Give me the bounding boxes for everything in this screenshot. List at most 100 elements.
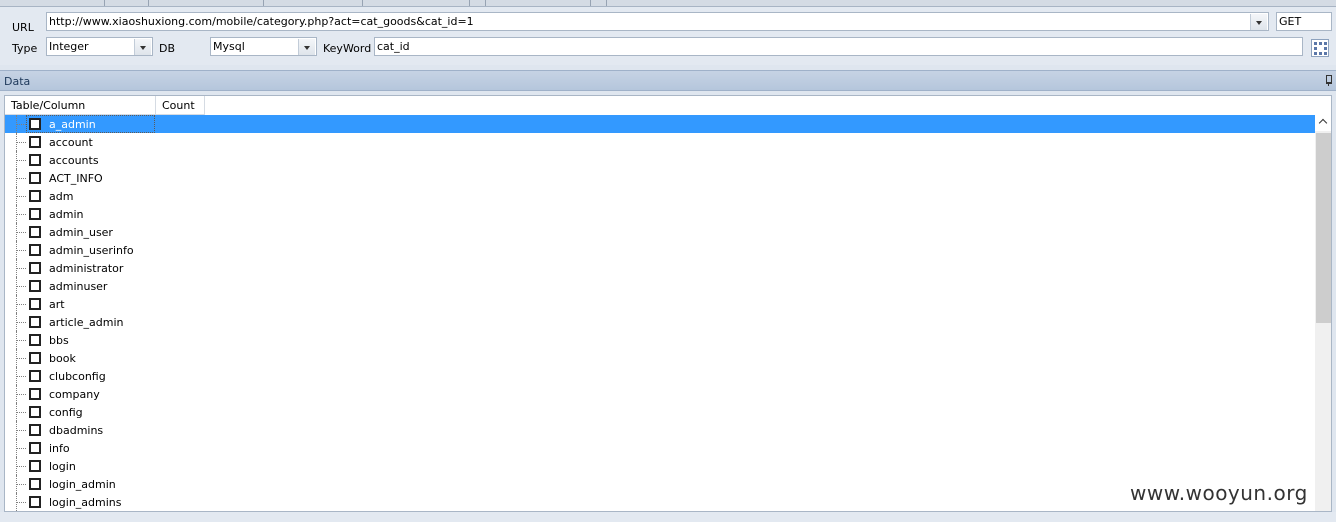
row-checkbox[interactable]	[29, 280, 41, 292]
tree-connector	[16, 133, 26, 151]
row-checkbox[interactable]	[29, 316, 41, 328]
tree-connector	[16, 151, 26, 169]
tree-row[interactable]: config	[5, 403, 1315, 421]
vertical-scrollbar[interactable]	[1315, 115, 1331, 511]
tree-connector	[16, 403, 26, 421]
grid-select-icon[interactable]	[1311, 39, 1329, 57]
db-label: DB	[159, 42, 176, 55]
table-name: adminuser	[49, 280, 108, 293]
tree-row[interactable]: a_admin	[5, 115, 1315, 133]
tree-row[interactable]: login_admin	[5, 475, 1315, 493]
table-name: company	[49, 388, 100, 401]
tree-row[interactable]: ACT_INFO	[5, 169, 1315, 187]
tree-row[interactable]: login	[5, 457, 1315, 475]
tree-row[interactable]: admin_user	[5, 223, 1315, 241]
scroll-up-icon[interactable]	[1315, 115, 1331, 131]
row-checkbox[interactable]	[29, 136, 41, 148]
row-checkbox[interactable]	[29, 262, 41, 274]
row-checkbox[interactable]	[29, 388, 41, 400]
tree-row[interactable]: art	[5, 295, 1315, 313]
tree-connector	[16, 367, 26, 385]
row-checkbox[interactable]	[29, 424, 41, 436]
url-dropdown-button[interactable]	[1250, 14, 1267, 30]
url-input[interactable]: http://www.xiaoshuxiong.com/mobile/categ…	[46, 12, 1269, 31]
row-checkbox[interactable]	[29, 226, 41, 238]
tree-row[interactable]: book	[5, 349, 1315, 367]
tree-connector	[16, 295, 26, 313]
row-checkbox[interactable]	[29, 244, 41, 256]
focus-rectangle	[26, 115, 155, 133]
table-name: clubconfig	[49, 370, 106, 383]
table-name: bbs	[49, 334, 69, 347]
tree-row[interactable]: accounts	[5, 151, 1315, 169]
tree-connector	[16, 169, 26, 187]
tree-row[interactable]: adminuser	[5, 277, 1315, 295]
scroll-thumb[interactable]	[1316, 133, 1331, 323]
tree-row[interactable]: company	[5, 385, 1315, 403]
injection-toolbar: URL http://www.xiaoshuxiong.com/mobile/c…	[0, 7, 1336, 65]
table-name: admin_user	[49, 226, 113, 239]
tree-row[interactable]: info	[5, 439, 1315, 457]
tree-connector	[16, 115, 26, 133]
table-name: config	[49, 406, 83, 419]
tree-connector	[16, 259, 26, 277]
row-checkbox[interactable]	[29, 298, 41, 310]
row-checkbox[interactable]	[29, 442, 41, 454]
tree-connector	[16, 187, 26, 205]
tree-row[interactable]: login_admins	[5, 493, 1315, 511]
tree-connector	[16, 241, 26, 259]
keyword-label: KeyWord	[323, 42, 372, 55]
type-value: Integer	[49, 40, 89, 53]
url-label: URL	[12, 21, 34, 34]
keyword-value: cat_id	[377, 40, 410, 53]
watermark-text: www.wooyun.org	[1130, 481, 1308, 505]
url-value: http://www.xiaoshuxiong.com/mobile/categ…	[49, 15, 474, 28]
row-checkbox[interactable]	[29, 352, 41, 364]
tree-row[interactable]: account	[5, 133, 1315, 151]
table-name: art	[49, 298, 65, 311]
keyword-input[interactable]: cat_id	[374, 37, 1303, 56]
tab-strip	[0, 0, 1336, 7]
column-header-count[interactable]: Count	[156, 96, 205, 115]
tree-connector	[16, 205, 26, 223]
type-select[interactable]: Integer	[46, 37, 153, 56]
row-checkbox[interactable]	[29, 406, 41, 418]
row-checkbox[interactable]	[29, 190, 41, 202]
tree-row[interactable]: dbadmins	[5, 421, 1315, 439]
tree-connector	[16, 439, 26, 457]
db-select[interactable]: Mysql	[210, 37, 317, 56]
row-checkbox[interactable]	[29, 460, 41, 472]
column-header-table[interactable]: Table/Column	[5, 96, 156, 115]
tree-row[interactable]: article_admin	[5, 313, 1315, 331]
table-name: article_admin	[49, 316, 124, 329]
method-field[interactable]: GET	[1276, 12, 1332, 31]
tree-row[interactable]: admin_userinfo	[5, 241, 1315, 259]
tree-row[interactable]: admin	[5, 205, 1315, 223]
table-name: info	[49, 442, 70, 455]
table-name: book	[49, 352, 76, 365]
table-name: login_admin	[49, 478, 116, 491]
table-name: adm	[49, 190, 74, 203]
type-label: Type	[12, 42, 38, 55]
pin-icon[interactable]	[1324, 75, 1332, 86]
tree-row[interactable]: administrator	[5, 259, 1315, 277]
row-checkbox[interactable]	[29, 478, 41, 490]
row-checkbox[interactable]	[29, 154, 41, 166]
tree-connector	[16, 493, 26, 511]
db-dropdown-button[interactable]	[298, 39, 315, 55]
tree-row[interactable]: bbs	[5, 331, 1315, 349]
row-checkbox[interactable]	[29, 496, 41, 508]
tree-row[interactable]: adm	[5, 187, 1315, 205]
row-checkbox[interactable]	[29, 370, 41, 382]
table-name: login	[49, 460, 76, 473]
tree-row[interactable]: clubconfig	[5, 367, 1315, 385]
table-name: admin_userinfo	[49, 244, 134, 257]
table-name: login_admins	[49, 496, 122, 509]
type-dropdown-button[interactable]	[134, 39, 151, 55]
row-checkbox[interactable]	[29, 172, 41, 184]
data-tree-grid[interactable]: Table/Column Count a_admin account account…	[4, 95, 1332, 512]
row-checkbox[interactable]	[29, 208, 41, 220]
tree-connector	[16, 475, 26, 493]
row-checkbox[interactable]	[29, 334, 41, 346]
tree-connector	[16, 313, 26, 331]
